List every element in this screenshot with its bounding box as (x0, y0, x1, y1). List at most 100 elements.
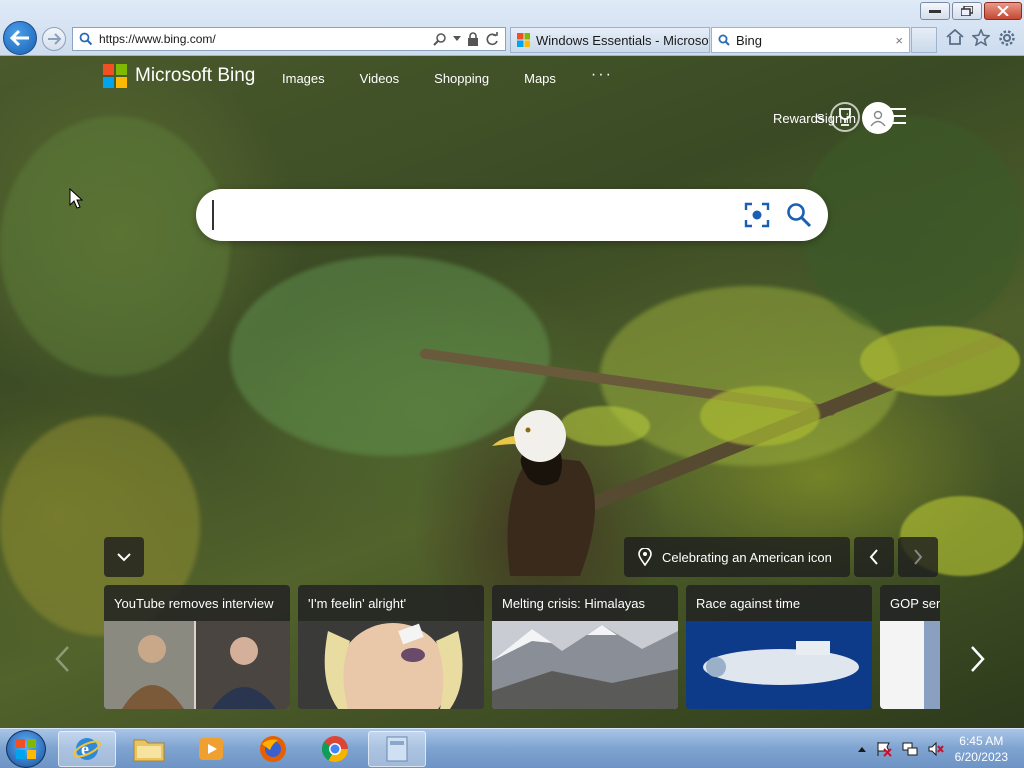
address-bar[interactable]: https://www.bing.com/ (72, 27, 506, 51)
close-icon (997, 6, 1009, 16)
network-icon[interactable] (902, 741, 918, 757)
clock-date: 6/20/2023 (954, 750, 1008, 764)
rewards-icon[interactable] (830, 102, 860, 132)
eagle-image (492, 410, 595, 576)
microsoft-logo-icon (103, 64, 127, 88)
news-card[interactable]: Race against time (686, 585, 872, 709)
taskbar-file-explorer[interactable] (120, 731, 178, 767)
system-clock[interactable]: 6:45 AM 6/20/2023 (955, 733, 1008, 765)
news-card[interactable]: 'I'm feelin' alright' (298, 585, 484, 709)
action-center-flag-icon[interactable] (876, 741, 892, 757)
news-card-thumbnail (686, 621, 872, 709)
collapse-feed-button[interactable] (104, 537, 144, 577)
arrow-left-icon (10, 30, 29, 46)
chevron-left-icon (55, 646, 69, 672)
image-caption[interactable]: Celebrating an American icon (624, 537, 850, 577)
mouse-cursor-icon (69, 188, 83, 209)
start-button[interactable] (6, 730, 46, 768)
carousel-next-button[interactable] (970, 645, 986, 681)
chevron-down-icon (117, 552, 131, 561)
nav-more-button[interactable]: ··· (591, 66, 613, 86)
new-tab-button[interactable] (911, 27, 937, 53)
news-card-thumbnail (104, 621, 290, 709)
search-box (196, 189, 828, 241)
news-card-title: YouTube removes interview (114, 596, 274, 611)
command-icons (946, 29, 1016, 47)
taskbar-app[interactable] (368, 731, 426, 767)
app-window-icon (386, 736, 408, 762)
news-card[interactable]: Melting crisis: Himalayas (492, 585, 678, 709)
nav-images[interactable]: Images (282, 71, 325, 86)
search-icon (79, 32, 93, 46)
search-icon (718, 34, 730, 46)
tab-label: Windows Essentials - Microsof... (535, 32, 709, 48)
logo-square-green (116, 64, 127, 75)
taskbar: e 6:45 AM 6/20/2023 (0, 728, 1024, 768)
search-dropdown-icon[interactable] (433, 32, 447, 46)
visual-search-icon[interactable] (744, 202, 770, 228)
hamburger-menu-icon[interactable] (884, 108, 906, 129)
news-card-thumbnail (298, 621, 484, 709)
news-card[interactable]: GOP sen (880, 585, 940, 709)
taskbar-media-player[interactable] (182, 731, 240, 767)
gear-icon[interactable] (998, 29, 1016, 47)
firefox-icon (260, 736, 286, 762)
close-button[interactable] (984, 2, 1022, 20)
nav-maps[interactable]: Maps (524, 71, 556, 86)
nav-videos[interactable]: Videos (360, 71, 400, 86)
news-card[interactable]: YouTube removes interview (104, 585, 290, 709)
taskbar-chrome[interactable] (306, 731, 364, 767)
microsoft-logo-icon (517, 33, 530, 47)
news-carousel: YouTube removes interview 'I'm feelin' a… (104, 585, 940, 709)
next-image-button[interactable] (898, 537, 938, 577)
restore-icon (961, 6, 973, 16)
clock-time: 6:45 AM (959, 734, 1004, 748)
trophy-icon (839, 108, 851, 126)
search-icon[interactable] (786, 202, 812, 228)
refresh-icon[interactable] (485, 32, 499, 46)
browser-chrome: https://www.bing.com/ Windows Essentials… (0, 0, 1024, 56)
taskbar-firefox[interactable] (244, 731, 302, 767)
nav-shopping[interactable]: Shopping (434, 71, 489, 86)
restore-button[interactable] (952, 2, 982, 20)
tab-bing[interactable]: Bing × (711, 27, 910, 53)
chevron-left-icon (869, 549, 878, 565)
bing-nav: Images Videos Shopping Maps ··· (282, 66, 613, 86)
logo-square-yellow (116, 77, 127, 88)
back-button[interactable] (3, 21, 37, 55)
arrow-right-icon (48, 33, 61, 45)
news-card-title: Race against time (696, 596, 801, 611)
tab-windows-essentials[interactable]: Windows Essentials - Microsof... (510, 27, 710, 53)
internet-explorer-icon: e (73, 738, 101, 760)
tab-close-button[interactable]: × (895, 33, 903, 48)
forward-button[interactable] (42, 27, 66, 51)
show-hidden-icons-icon[interactable] (858, 746, 866, 752)
home-icon[interactable] (946, 29, 964, 45)
chevron-down-icon[interactable] (453, 36, 461, 42)
star-icon[interactable] (972, 29, 990, 46)
carousel-prev-button[interactable] (54, 645, 70, 681)
news-card-thumbnail (880, 621, 940, 709)
previous-image-button[interactable] (854, 537, 894, 577)
lock-icon[interactable] (467, 32, 479, 46)
minimize-icon (929, 10, 941, 13)
logo-square-blue (103, 77, 114, 88)
chevron-right-icon (971, 646, 985, 672)
news-card-title: Melting crisis: Himalayas (502, 596, 646, 611)
chrome-icon (321, 736, 349, 763)
folder-icon (133, 739, 165, 762)
windows-logo-icon (16, 739, 36, 759)
taskbar-internet-explorer[interactable]: e (58, 731, 116, 767)
volume-muted-icon[interactable] (928, 741, 944, 757)
bing-logo[interactable]: Microsoft Bing (103, 64, 255, 88)
minimize-button[interactable] (920, 2, 950, 20)
chevron-right-icon (914, 549, 923, 565)
bing-homepage: Microsoft Bing Images Videos Shopping Ma… (0, 56, 1024, 728)
location-pin-icon (638, 548, 652, 566)
search-input[interactable] (212, 200, 744, 230)
brand-name: Microsoft Bing (135, 65, 256, 86)
rewards-label[interactable]: Rewards (773, 111, 824, 126)
address-url[interactable]: https://www.bing.com/ (99, 32, 433, 46)
media-player-icon (199, 738, 223, 760)
logo-square-red (103, 64, 114, 75)
